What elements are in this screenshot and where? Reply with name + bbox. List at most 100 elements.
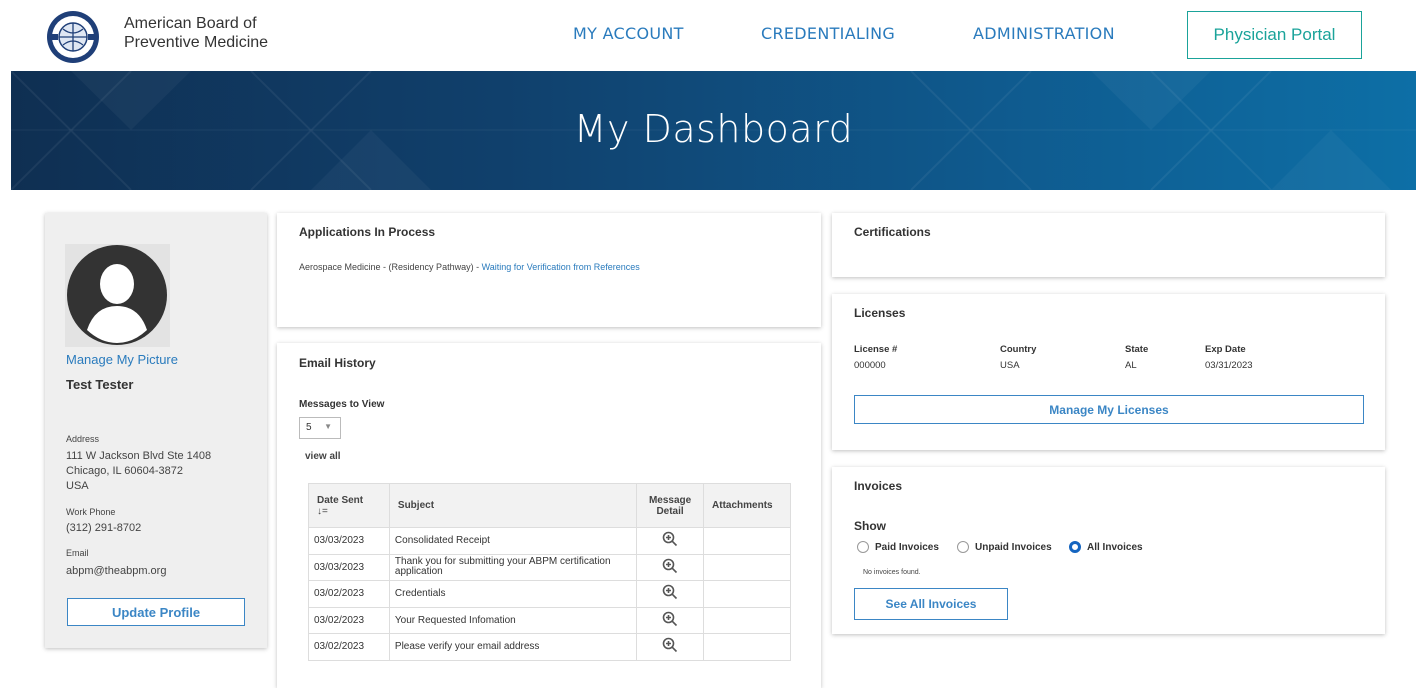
work-phone-label: Work Phone — [66, 507, 116, 517]
organization-name[interactable]: American Board of Preventive Medicine — [124, 14, 268, 52]
no-invoices-text: No invoices found. — [863, 569, 921, 576]
zoom-in-icon[interactable] — [662, 637, 678, 653]
profile-card: Manage My Picture Test Tester Address 11… — [45, 213, 267, 648]
license-exp-value: 03/31/2023 — [1205, 360, 1253, 371]
table-row: 03/03/2023 Thank you for submitting your… — [308, 553, 791, 581]
chevron-down-icon: ▼ — [324, 422, 332, 431]
table-row: 03/02/2023 Credentials — [308, 580, 791, 608]
address-line-2: Chicago, IL 60604-3872 — [66, 465, 184, 477]
zoom-in-icon[interactable] — [662, 584, 678, 600]
column-detail-line1: Message — [648, 494, 692, 506]
email-date: 03/02/2023 — [308, 633, 390, 661]
all-invoices-radio[interactable] — [1069, 541, 1081, 553]
update-profile-button[interactable]: Update Profile — [67, 598, 245, 626]
email-history-table: Date Sent ↓= Subject Message Detail Atta… — [308, 483, 791, 661]
nav-my-account[interactable]: MY ACCOUNT — [573, 24, 684, 43]
paid-invoices-label[interactable]: Paid Invoices — [875, 542, 939, 553]
see-all-invoices-button[interactable]: See All Invoices — [854, 588, 1008, 620]
zoom-in-icon[interactable] — [662, 558, 678, 574]
address-label: Address — [66, 434, 100, 444]
org-name-line2: Preventive Medicine — [124, 34, 269, 51]
email-subject: Your Requested Infomation — [388, 606, 638, 634]
profile-name: Test Tester — [66, 377, 134, 392]
zoom-in-icon[interactable] — [662, 611, 678, 627]
license-exp-header: Exp Date — [1205, 344, 1246, 355]
licenses-card: Licenses License # Country State Exp Dat… — [832, 294, 1385, 450]
messages-count-value: 5 — [306, 422, 312, 433]
table-row: 03/02/2023 Your Requested Infomation — [308, 606, 791, 634]
attachments-cell — [703, 580, 791, 608]
applications-card: Applications In Process Aerospace Medici… — [277, 213, 821, 327]
avatar — [65, 244, 170, 347]
nav-credentialing[interactable]: CREDENTIALING — [761, 24, 895, 43]
email-date: 03/02/2023 — [308, 580, 390, 608]
email-subject: Please verify your email address — [388, 633, 638, 661]
invoices-card: Invoices Show Paid Invoices Unpaid Invoi… — [832, 467, 1385, 634]
license-state-value: AL — [1125, 360, 1137, 371]
user-avatar-icon — [67, 245, 167, 345]
column-message-detail: Message Detail — [636, 483, 705, 528]
messages-to-view-label: Messages to View — [299, 399, 385, 410]
message-detail-cell — [636, 580, 705, 608]
unpaid-invoices-radio[interactable] — [957, 541, 969, 553]
unpaid-invoices-label[interactable]: Unpaid Invoices — [975, 542, 1052, 553]
all-invoices-label[interactable]: All Invoices — [1087, 542, 1143, 553]
application-item: Aerospace Medicine - (Residency Pathway)… — [299, 262, 640, 272]
dashboard-banner: My Dashboard — [11, 71, 1416, 190]
certifications-card: Certifications — [832, 213, 1385, 277]
work-phone-value: (312) 291-8702 — [66, 522, 142, 534]
message-detail-cell — [636, 633, 705, 661]
application-status-link[interactable]: Waiting for Verification from References — [482, 262, 640, 272]
email-value: abpm@theabpm.org — [66, 565, 167, 577]
email-subject: Thank you for submitting your ABPM certi… — [388, 553, 638, 581]
manage-picture-link[interactable]: Manage My Picture — [66, 352, 178, 367]
message-detail-cell — [636, 553, 705, 581]
message-detail-cell — [636, 606, 705, 634]
message-detail-cell — [636, 527, 705, 555]
email-history-card: Email History Messages to View 5 ▼ view … — [277, 343, 821, 688]
email-subject: Consolidated Receipt — [388, 527, 638, 555]
licenses-title: Licenses — [854, 306, 906, 320]
paid-invoices-radio[interactable] — [857, 541, 869, 553]
view-all-link[interactable]: view all — [305, 451, 341, 462]
column-attachments: Attachments — [703, 483, 791, 528]
manage-licenses-button[interactable]: Manage My Licenses — [854, 395, 1364, 424]
column-date-sent[interactable]: Date Sent ↓= — [308, 483, 390, 528]
physician-portal-button[interactable]: Physician Portal — [1187, 11, 1362, 59]
license-number-value: 000000 — [854, 360, 886, 371]
nav-administration[interactable]: ADMINISTRATION — [973, 24, 1115, 43]
email-label: Email — [66, 548, 89, 558]
table-row: 03/02/2023 Please verify your email addr… — [308, 633, 791, 661]
abpm-logo-icon[interactable] — [46, 10, 100, 64]
license-number-header: License # — [854, 344, 898, 355]
certifications-title: Certifications — [854, 225, 931, 239]
page-title: My Dashboard — [573, 107, 854, 151]
email-date: 03/03/2023 — [308, 553, 390, 581]
org-name-line1: American Board of — [124, 15, 257, 32]
zoom-in-icon[interactable] — [662, 531, 678, 547]
attachments-cell — [703, 527, 791, 555]
column-detail-line2: Detail — [656, 505, 684, 517]
attachments-cell — [703, 606, 791, 634]
application-name: Aerospace Medicine - (Residency Pathway)… — [299, 262, 482, 272]
column-subject: Subject — [388, 483, 638, 528]
address-line-1: 111 W Jackson Blvd Ste 1408 — [66, 450, 212, 462]
email-date: 03/03/2023 — [308, 527, 390, 555]
column-date-label: Date Sent — [317, 494, 364, 506]
top-navigation-bar: American Board of Preventive Medicine MY… — [0, 0, 1416, 71]
attachments-cell — [703, 553, 791, 581]
address-line-3: USA — [66, 480, 89, 492]
applications-title: Applications In Process — [299, 225, 436, 239]
table-row: 03/03/2023 Consolidated Receipt — [308, 527, 791, 555]
table-header-row: Date Sent ↓= Subject Message Detail Atta… — [308, 483, 791, 528]
license-country-value: USA — [1000, 360, 1020, 371]
messages-count-select[interactable]: 5 ▼ — [299, 417, 341, 439]
email-subject: Credentials — [388, 580, 638, 608]
show-label: Show — [854, 519, 886, 533]
license-country-header: Country — [1000, 344, 1037, 355]
attachments-cell — [703, 633, 791, 661]
email-date: 03/02/2023 — [308, 606, 390, 634]
email-history-title: Email History — [299, 356, 376, 370]
sort-descending-icon[interactable]: ↓= — [317, 506, 381, 517]
invoices-title: Invoices — [854, 479, 903, 493]
